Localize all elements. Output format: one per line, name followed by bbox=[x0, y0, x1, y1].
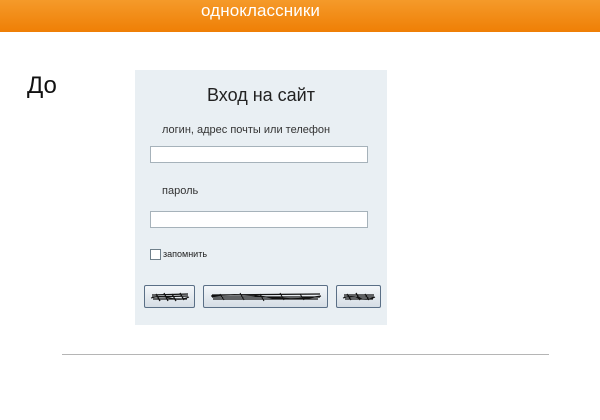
login-field-label: логин, адрес почты или телефон bbox=[162, 124, 331, 136]
divider bbox=[62, 354, 549, 355]
password-input[interactable] bbox=[150, 211, 368, 228]
remember-me[interactable]: запомнить bbox=[150, 248, 207, 260]
remember-label: запомнить bbox=[163, 249, 208, 259]
login-title: Вход на сайт bbox=[207, 85, 315, 105]
forgot-password-button[interactable] bbox=[203, 285, 328, 308]
scribble-icon bbox=[150, 292, 189, 301]
login-form: Вход на сайт логин, адрес почты или теле… bbox=[135, 70, 387, 325]
scribble-icon bbox=[342, 292, 375, 300]
remember-checkbox[interactable] bbox=[150, 248, 161, 260]
register-button[interactable] bbox=[336, 285, 381, 308]
scribble-icon bbox=[210, 292, 321, 301]
before-label: До bbox=[27, 72, 57, 99]
login-input[interactable] bbox=[150, 146, 368, 163]
login-button[interactable] bbox=[144, 285, 195, 308]
brand-name[interactable]: одноклассники bbox=[201, 1, 320, 21]
password-field-label: пароль bbox=[162, 185, 199, 197]
site-header: одноклассники bbox=[0, 0, 600, 32]
